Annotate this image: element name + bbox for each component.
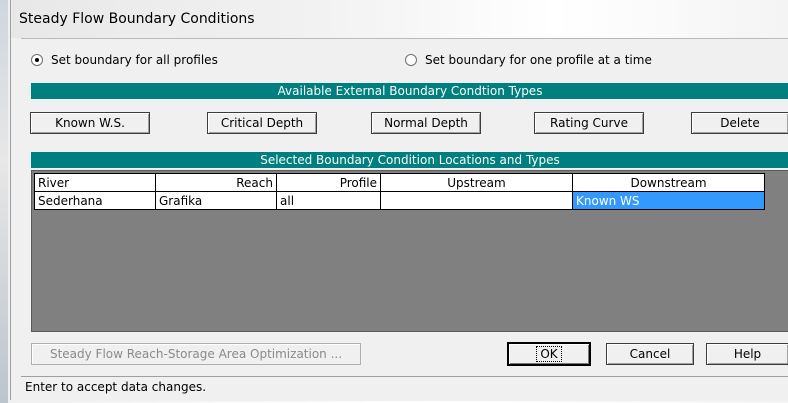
radio-all-profiles-indicator[interactable] <box>31 54 43 66</box>
rating-curve-button[interactable]: Rating Curve <box>534 112 644 134</box>
known-ws-button[interactable]: Known W.S. <box>30 112 150 134</box>
boundary-table-area[interactable]: River Reach Profile Upstream Downstream … <box>31 170 788 332</box>
cell-upstream[interactable] <box>380 191 573 210</box>
radio-one-profile-indicator[interactable] <box>405 54 417 66</box>
ok-button[interactable]: OK <box>508 343 590 365</box>
radio-all-profiles[interactable]: Set boundary for all profiles <box>31 51 218 69</box>
normal-depth-button[interactable]: Normal Depth <box>371 112 481 134</box>
column-header-downstream[interactable]: Downstream <box>572 173 765 192</box>
window-title: Steady Flow Boundary Conditions <box>19 11 255 27</box>
radio-all-profiles-label: Set boundary for all profiles <box>51 53 218 67</box>
status-text: Enter to accept data changes. <box>25 380 207 394</box>
column-header-profile[interactable]: Profile <box>276 173 381 192</box>
column-header-upstream[interactable]: Upstream <box>380 173 573 192</box>
background-window-edge <box>0 0 8 403</box>
cell-profile[interactable]: all <box>276 191 381 210</box>
selected-locations-header: Selected Boundary Condition Locations an… <box>31 152 788 168</box>
cancel-button[interactable]: Cancel <box>606 343 694 365</box>
cell-reach[interactable]: Grafika <box>155 191 277 210</box>
optimization-button[interactable]: Steady Flow Reach-Storage Area Optimizat… <box>31 343 361 365</box>
table-row[interactable]: Sederhana Grafika all Known WS <box>34 191 765 210</box>
boundary-table: River Reach Profile Upstream Downstream … <box>34 173 765 210</box>
help-button[interactable]: Help <box>706 343 788 365</box>
dialog-client-area: Set boundary for all profiles Set bounda… <box>21 38 788 401</box>
radio-one-profile[interactable]: Set boundary for one profile at a time <box>405 51 652 69</box>
column-header-reach[interactable]: Reach <box>155 173 277 192</box>
available-types-header: Available External Boundary Condtion Typ… <box>31 83 788 99</box>
column-header-river[interactable]: River <box>34 173 156 192</box>
radio-one-profile-label: Set boundary for one profile at a time <box>425 53 652 67</box>
critical-depth-button[interactable]: Critical Depth <box>207 112 317 134</box>
cell-downstream[interactable]: Known WS <box>572 191 765 210</box>
boundary-conditions-dialog: Steady Flow Boundary Conditions Set boun… <box>10 0 788 401</box>
ok-button-label: OK <box>536 346 562 362</box>
title-bar[interactable]: Steady Flow Boundary Conditions <box>11 0 788 38</box>
delete-button[interactable]: Delete <box>691 112 788 134</box>
status-bar: Enter to accept data changes. <box>21 376 788 397</box>
table-header-row: River Reach Profile Upstream Downstream <box>34 173 765 192</box>
cell-river[interactable]: Sederhana <box>34 191 156 210</box>
